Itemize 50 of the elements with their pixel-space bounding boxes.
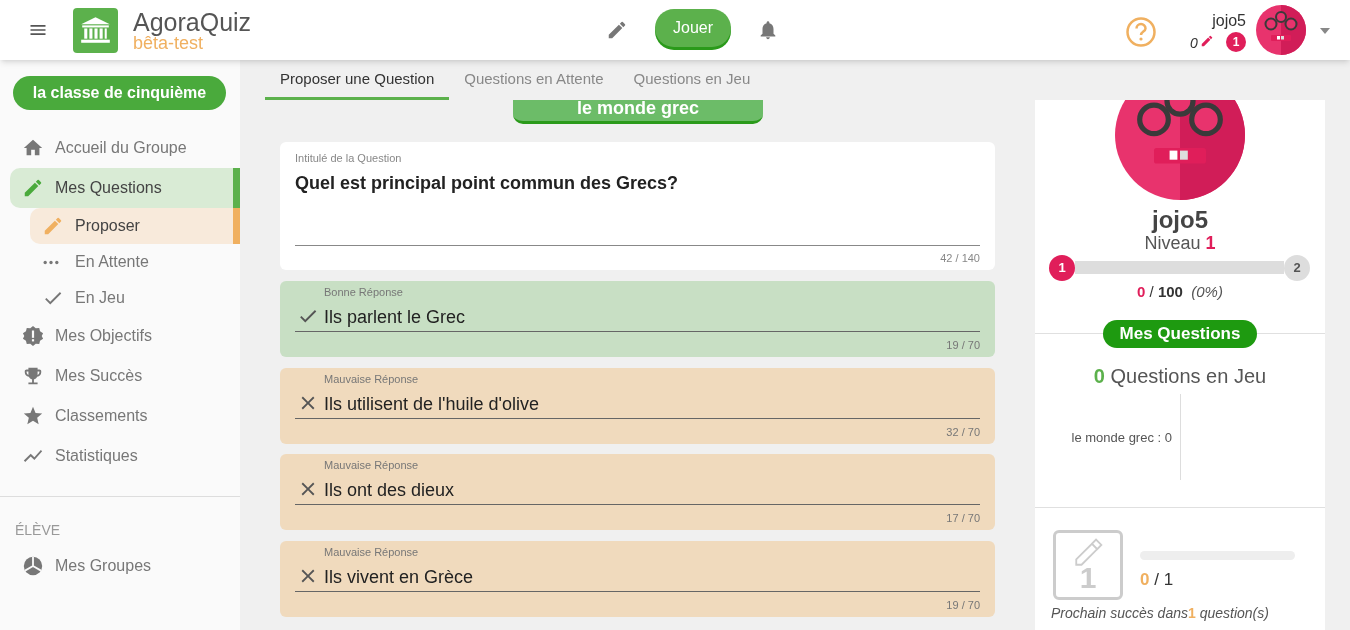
- tab[interactable]: Proposer une Question: [265, 62, 450, 100]
- tab[interactable]: Questions en Jeu: [618, 62, 766, 100]
- question-field[interactable]: Intitulé de la Question Quel est principal point commun des Grecs?: [295, 150, 980, 246]
- user-name: jojo5: [1211, 11, 1246, 31]
- char-counter: 42 / 140: [940, 251, 980, 266]
- sidebar-item[interactable]: Statistiques: [10, 436, 240, 476]
- proposed-count: 0: [1190, 34, 1198, 53]
- field-label: Intitulé de la Question: [295, 151, 403, 166]
- sidebar-subitem[interactable]: En Attente: [30, 244, 240, 280]
- group-button[interactable]: la classe de cinquième: [13, 76, 226, 110]
- section-label: ÉLÈVE: [15, 521, 61, 540]
- play-button[interactable]: Jouer: [655, 9, 731, 47]
- sidebar-item[interactable]: Mes Objectifs: [10, 316, 240, 356]
- app-name: AgoraQuiz: [133, 8, 252, 36]
- achievement-text: Prochain succès dans1 question(s): [1051, 604, 1269, 623]
- level-end-badge: 2: [1284, 255, 1310, 281]
- level-label: Niveau 1: [1143, 233, 1217, 255]
- question-text: Quel est principal point commun des Grecs?: [295, 172, 680, 195]
- answer-text: Ils vivent en Grèce: [324, 565, 474, 589]
- sidebar-item[interactable]: Classements: [10, 396, 240, 436]
- tab[interactable]: Questions en Attente: [449, 62, 619, 100]
- answer-text: Ils ont des dieux: [324, 479, 455, 502]
- answer-field[interactable]: Mauvaise Réponse Ils vivent en Grèce: [295, 544, 980, 592]
- answer-field[interactable]: Bonne Réponse Ils parlent le Grec: [295, 285, 980, 332]
- field-label: Bonne Réponse: [324, 285, 403, 299]
- answer-text: Ils utilisent de l'huile d'olive: [324, 392, 539, 416]
- answer-field[interactable]: Mauvaise Réponse Ils utilisent de l'huile d'olive: [295, 371, 980, 419]
- theme-count: le monde grec : 0: [1070, 429, 1172, 447]
- field-label: Mauvaise Réponse: [324, 371, 419, 386]
- questions-count: 0 Questions en Jeu: [1092, 364, 1268, 389]
- level-start-badge: 1: [1049, 255, 1075, 281]
- section-badge: Mes Questions: [1103, 320, 1257, 348]
- char-counter: 17 / 70: [946, 511, 980, 526]
- field-label: Mauvaise Réponse: [324, 544, 419, 559]
- sidebar-item[interactable]: Mes Succès: [10, 356, 240, 396]
- sidebar-subitem[interactable]: En Jeu: [30, 280, 240, 316]
- sidebar-item[interactable]: Mes Groupes: [10, 546, 240, 586]
- answer-field[interactable]: Mauvaise Réponse Ils ont des dieux: [295, 458, 980, 505]
- sidebar-item[interactable]: Accueil du Groupe: [10, 128, 240, 168]
- answer-text: Ils parlent le Grec: [324, 306, 466, 329]
- char-counter: 19 / 70: [946, 338, 980, 353]
- sidebar-item[interactable]: Mes Questions: [10, 168, 240, 208]
- theme-button[interactable]: le monde grec: [513, 100, 763, 124]
- notification-badge: 1: [1226, 32, 1246, 52]
- profile-name: jojo5: [1150, 205, 1209, 235]
- char-counter: 32 / 70: [946, 424, 980, 440]
- points-text: 0 / 100 (0%): [1136, 282, 1224, 302]
- char-counter: 19 / 70: [946, 597, 980, 613]
- field-label: Mauvaise Réponse: [324, 458, 419, 472]
- sidebar-subitem[interactable]: Proposer: [30, 208, 240, 244]
